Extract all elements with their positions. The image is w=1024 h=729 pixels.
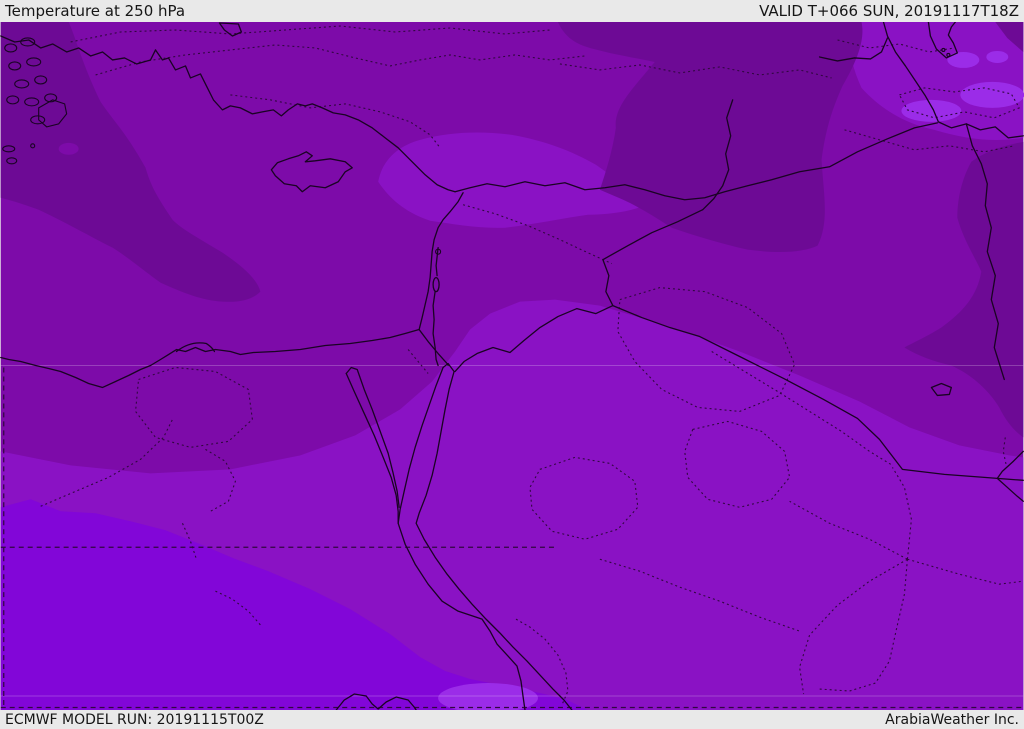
credit-label: ArabiaWeather Inc. — [885, 711, 1019, 728]
warm-patch — [947, 51, 980, 68]
temperature-map-svg — [0, 22, 1024, 710]
warm-patch — [901, 99, 962, 122]
model-run-label: ECMWF MODEL RUN: 20191115T00Z — [5, 711, 264, 728]
warm-patch — [960, 81, 1024, 108]
warm-patch — [986, 50, 1009, 63]
footer-bar: ECMWF MODEL RUN: 20191115T00Z ArabiaWeat… — [0, 710, 1024, 729]
valid-time-label: VALID T+066 SUN, 20191117T18Z — [759, 2, 1019, 20]
band-window — [58, 142, 79, 155]
weather-map-window: Temperature at 250 hPa VALID T+066 SUN, … — [0, 0, 1024, 729]
header-bar: Temperature at 250 hPa VALID T+066 SUN, … — [0, 0, 1024, 22]
page-title: Temperature at 250 hPa — [5, 2, 186, 20]
map-canvas — [0, 22, 1024, 710]
